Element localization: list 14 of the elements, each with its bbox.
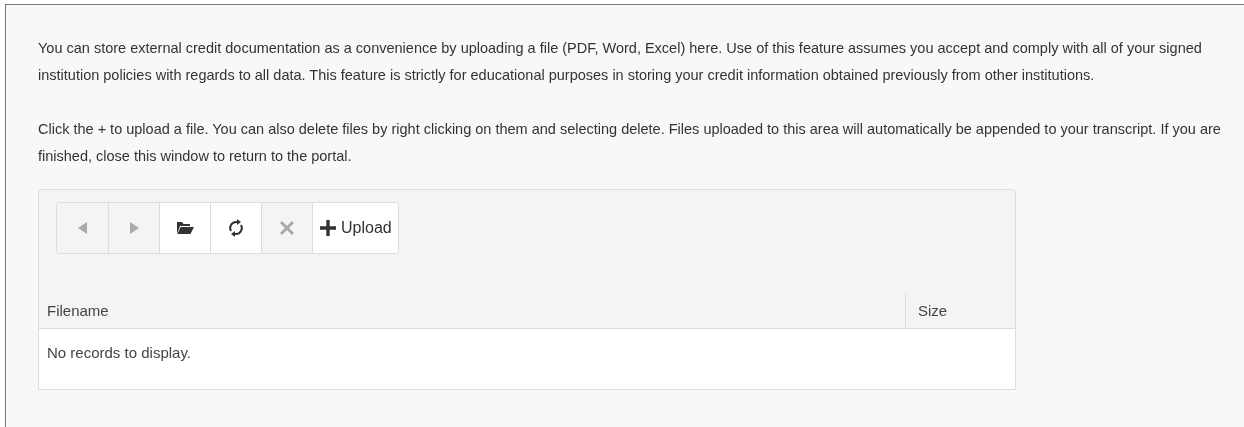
right-arrow-icon (129, 222, 139, 234)
empty-message: No records to display. (47, 344, 191, 361)
left-arrow-icon (78, 222, 87, 234)
instructions-text: You can store external credit documentation as a convenience by uploading a file (PDF, Word, Excel) here. Use of this feature assumes you accept and comply with all of your signed institution policies with regards to all data. This feature is strictly for educational purposes in storing your credit information obtained previously from other institutions. (38, 39, 1203, 85)
plus-icon (319, 219, 337, 237)
folder-icon (176, 221, 194, 235)
toolbar-button[interactable] (210, 203, 261, 253)
toolbar-button[interactable] (159, 203, 210, 253)
upload-button[interactable]: Upload (312, 203, 398, 253)
instructions-text: Click the + to upload a file. You can also delete files by right clicking on them and selecting delete. Files uploaded to this area will automatically be appended to your transcript. If you are finished, close this window to return to the portal. (38, 120, 1222, 166)
close-icon (279, 220, 295, 236)
column-header: Filename (46, 300, 110, 321)
refresh-icon (228, 219, 244, 237)
column-header: Size (905, 294, 1015, 328)
